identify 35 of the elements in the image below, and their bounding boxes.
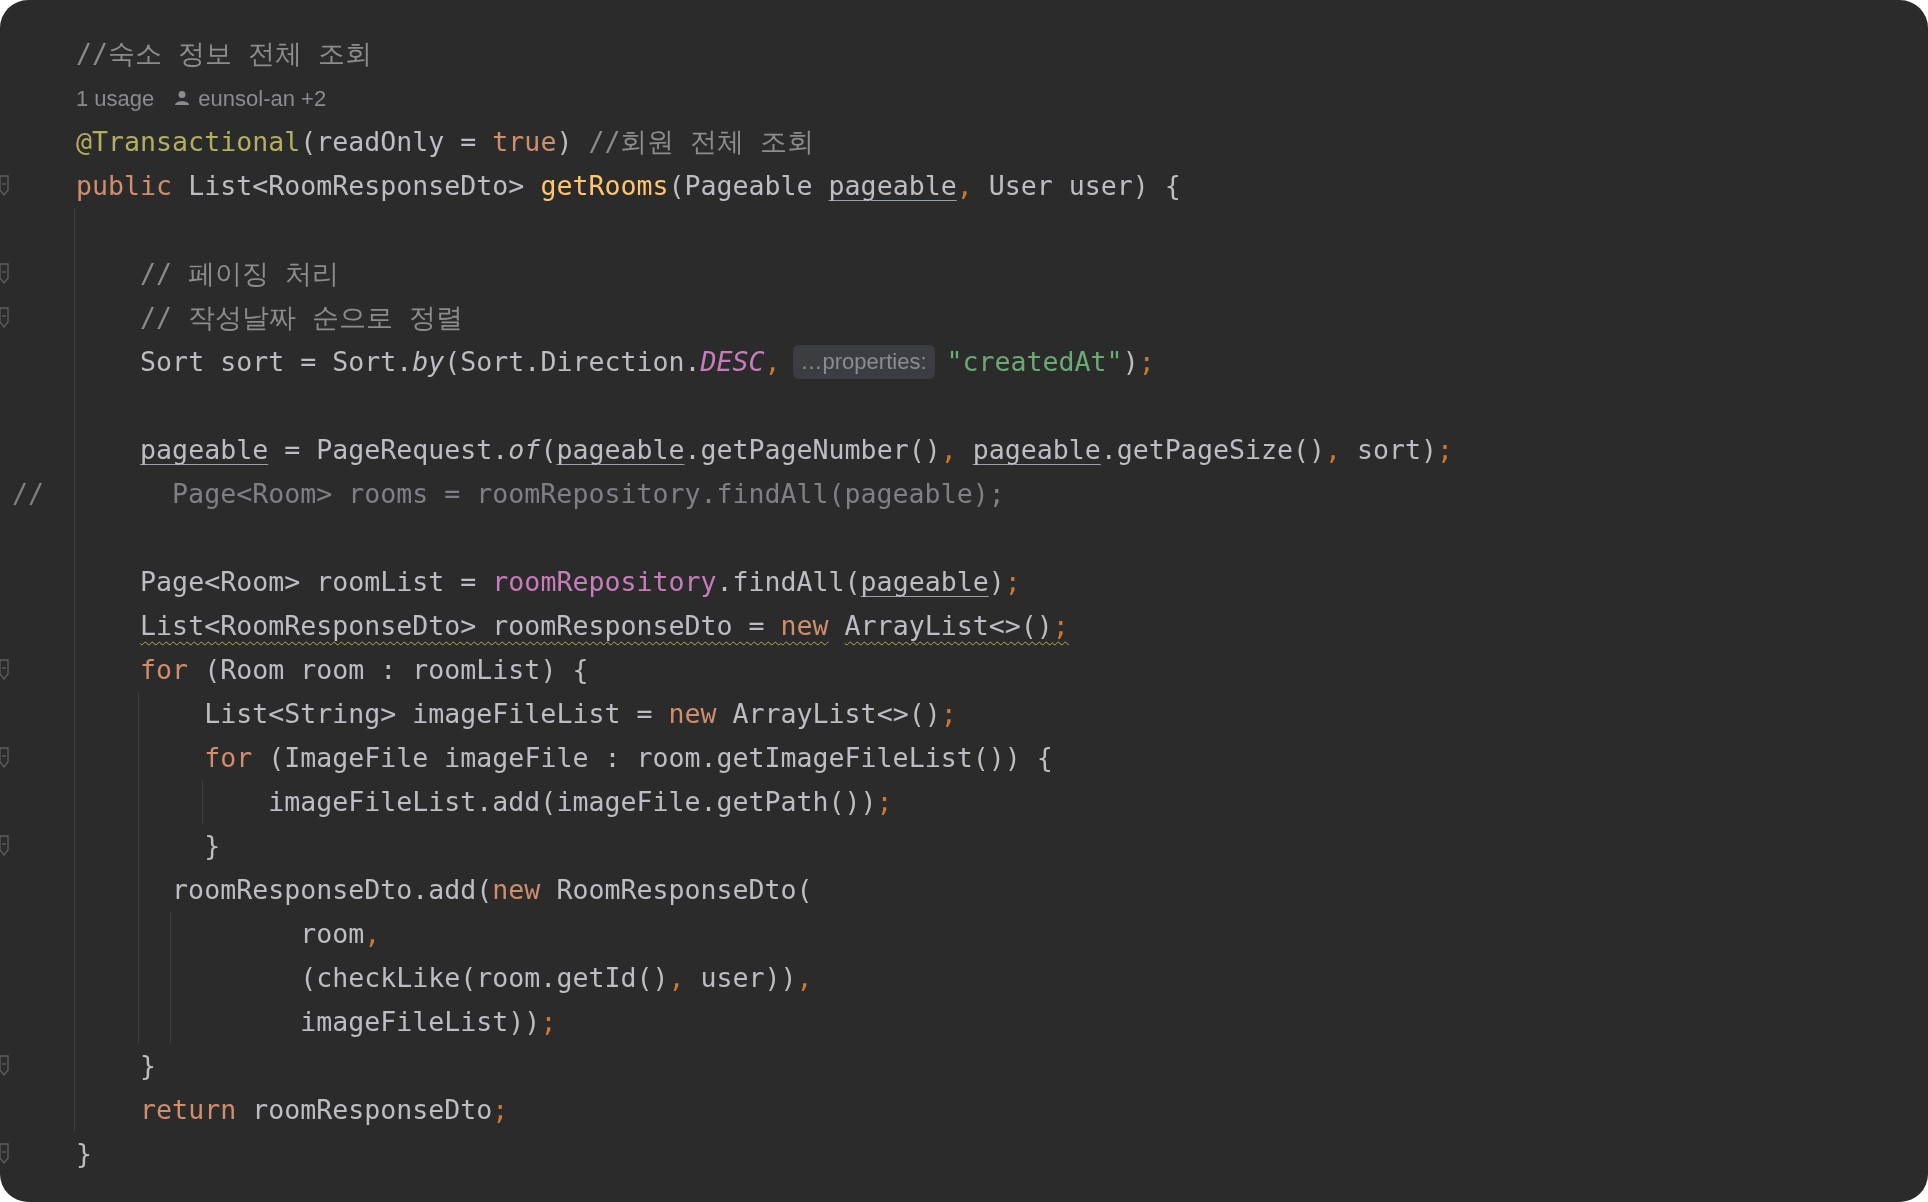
code-text: pageable = PageRequest.of(pageable.getPageNumber(), pageable.getPageSize(), sort); xyxy=(139,433,1454,468)
code-text: room, xyxy=(299,917,381,952)
code-text: Page<Room> roomList = roomRepository.findAll(pageable); xyxy=(139,565,1021,600)
fold-marker-icon[interactable] xyxy=(0,175,10,197)
code-text: } xyxy=(75,1137,93,1172)
code-text: // 작성날짜 순으로 정렬 xyxy=(139,301,464,336)
code-text: @Transactional(readOnly = true) //회원 전체 조회 xyxy=(75,125,815,160)
code-text: public List<RoomResponseDto> getRooms(Pageable pageable, User user) { xyxy=(75,169,1181,204)
code-text: // Page<Room> rooms = roomRepository.findAll(pageable); xyxy=(12,477,1005,512)
fold-marker-icon[interactable] xyxy=(0,659,10,681)
code-text: // 페이징 처리 xyxy=(139,257,340,292)
author-label[interactable]: eunsol-an +2 xyxy=(198,81,327,115)
code-text: //숙소 정보 전체 조회 xyxy=(75,37,373,72)
fold-marker-icon[interactable] xyxy=(0,1055,10,1077)
code-text: imageFileList.add(imageFile.getPath()); xyxy=(267,785,893,820)
fold-marker-icon[interactable] xyxy=(0,263,10,285)
usage-count[interactable]: 1 usage xyxy=(76,81,155,115)
code-text: Sort sort = Sort.by(Sort.Direction.DESC, xyxy=(139,345,781,380)
fold-marker-icon[interactable] xyxy=(0,747,10,769)
code-text: return roomResponseDto; xyxy=(139,1093,509,1128)
fold-marker-icon[interactable] xyxy=(0,307,10,329)
person-icon xyxy=(174,90,191,106)
code-text: "createdAt"); xyxy=(946,345,1155,380)
code-text: } xyxy=(139,1049,157,1084)
code-text: for (Room room : roomList) { xyxy=(139,653,589,688)
fold-marker-icon[interactable] xyxy=(0,1143,10,1165)
code-text: roomResponseDto.add(new RoomResponseDto( xyxy=(171,873,813,908)
fold-marker-icon[interactable] xyxy=(0,835,10,857)
code-text-with-warning: List<RoomResponseDto> roomResponseDto = new ArrayList<>(); xyxy=(139,609,1069,644)
code-text: (checkLike(room.getId(), user)), xyxy=(299,961,813,996)
code-text: imageFileList)); xyxy=(299,1005,557,1040)
inlay-hint: …properties: xyxy=(792,345,935,379)
code-text: for (ImageFile imageFile : room.getImageFileList()) { xyxy=(203,741,1053,776)
code-text: List<String> imageFileList = new ArrayList<>(); xyxy=(203,697,957,732)
code-text: } xyxy=(203,829,221,864)
